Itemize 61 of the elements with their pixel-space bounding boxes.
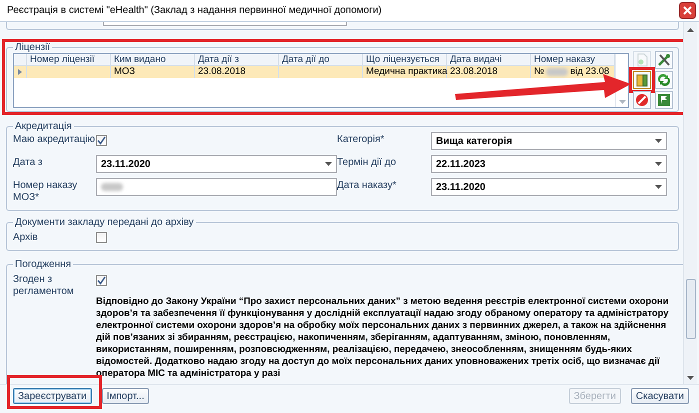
redacted-mark: [546, 68, 568, 76]
column-header[interactable]: Номер ліцензії: [27, 54, 111, 65]
dropdown-field[interactable]: Вища категорія: [431, 132, 667, 150]
field-label: Термін дії до: [337, 156, 398, 169]
group-legend: Акредитація: [13, 121, 74, 132]
row-indicator-icon: [18, 69, 22, 75]
column-header[interactable]: Ким видано: [111, 54, 195, 65]
column-header[interactable]: Дата дії з: [195, 54, 279, 65]
checkbox[interactable]: [96, 274, 107, 286]
dropdown-caret-icon[interactable]: [325, 162, 332, 166]
table-cell: №: [534, 66, 544, 78]
column-header[interactable]: Дата видачі: [447, 54, 531, 65]
tools-icon: [657, 53, 671, 67]
import-button[interactable]: Імпорт...: [102, 388, 150, 404]
flag-button[interactable]: [655, 91, 673, 109]
dropdown-field[interactable]: 23.11.2020: [96, 155, 337, 173]
table-cell: 23.08.2018: [447, 66, 531, 78]
group-legend: Погодження: [13, 259, 74, 270]
scroll-down-icon[interactable]: [687, 376, 694, 380]
consent-text: Відповідно до Закону України “Про захист персональних даних” з метою ведення реєстрів електронної системи охорони здоров’я та забезпечення її функціонування у дослідній експлуатації надаю згоду обраному оператору та адміністратору електронної системи охорони здоров’я на обробку моїх персональних даних з первинних джерел, а також на здійснення дій пов’язаних зі збиранням, реєстрацією, накопиченням, зберіганням, адаптуванням, зміною, поновленням, використанням, поширенням, розповсюдженням, реалізацією, передачею, знеособленням, знищенням будь-яких відомостей. Додатково надаю згоду на доступ до моїх персональних даних уповноважених третіх осіб, що визначає дії оператора МІС та адміністратора у разі: [96, 296, 670, 380]
cancel-button[interactable]: [633, 91, 651, 109]
dropdown-caret-icon[interactable]: [655, 185, 662, 189]
field-label: Номер наказу МОЗ*: [13, 179, 78, 204]
group-legend: Документи закладу передані до архіву: [13, 217, 196, 228]
dropdown-field[interactable]: 23.11.2020: [431, 178, 667, 196]
input-field[interactable]: [96, 178, 337, 196]
table-cell: Медична практика: [363, 66, 447, 78]
new-document-icon: [635, 53, 649, 67]
table-row[interactable]: МОЗ 23.08.2018 Медична практика 23.08.2018 № від 23.08: [14, 66, 615, 78]
field-label: Згоден з регламентом: [13, 273, 75, 298]
field-label: Дата наказу*: [337, 179, 398, 192]
book-icon: [635, 73, 649, 87]
column-header[interactable]: Номер наказу: [531, 54, 615, 65]
window-title: Реєстрація в системі "eHealth" (Заклад з надання первинної медичної допомоги): [7, 5, 382, 16]
field-label: Категорія*: [337, 133, 386, 146]
field-label: Маю акредитацію: [13, 133, 96, 146]
dropdown-caret-icon[interactable]: [655, 139, 662, 143]
table-cell: від 23.08: [570, 66, 610, 78]
scrollbar-thumb[interactable]: [686, 279, 696, 339]
dropdown-caret-icon[interactable]: [655, 162, 662, 166]
column-header[interactable]: Дата дії до: [279, 54, 363, 65]
tools-button[interactable]: [655, 51, 673, 69]
refresh-icon: [657, 73, 671, 87]
group-legend: Ліцензії: [13, 42, 52, 53]
scroll-up-icon[interactable]: [687, 28, 694, 32]
checkbox[interactable]: [96, 134, 107, 146]
field-label: Архів: [13, 231, 39, 244]
book-button[interactable]: [633, 71, 651, 89]
register-button[interactable]: Зареєструвати: [13, 388, 92, 404]
cancel-button[interactable]: Скасувати: [630, 388, 689, 404]
cancel-icon: [635, 93, 649, 107]
refresh-button[interactable]: [655, 71, 673, 89]
checkbox[interactable]: [96, 232, 107, 242]
table-cell: 23.08.2018: [195, 66, 279, 78]
column-header[interactable]: Що ліцензується: [363, 54, 447, 65]
close-button[interactable]: [679, 2, 696, 19]
redacted-mark: [101, 183, 123, 191]
table-cell: МОЗ: [111, 66, 195, 78]
flag-icon: [657, 93, 671, 107]
field-label: Дата з: [13, 156, 44, 169]
dropdown-field[interactable]: 22.11.2023: [431, 155, 667, 173]
